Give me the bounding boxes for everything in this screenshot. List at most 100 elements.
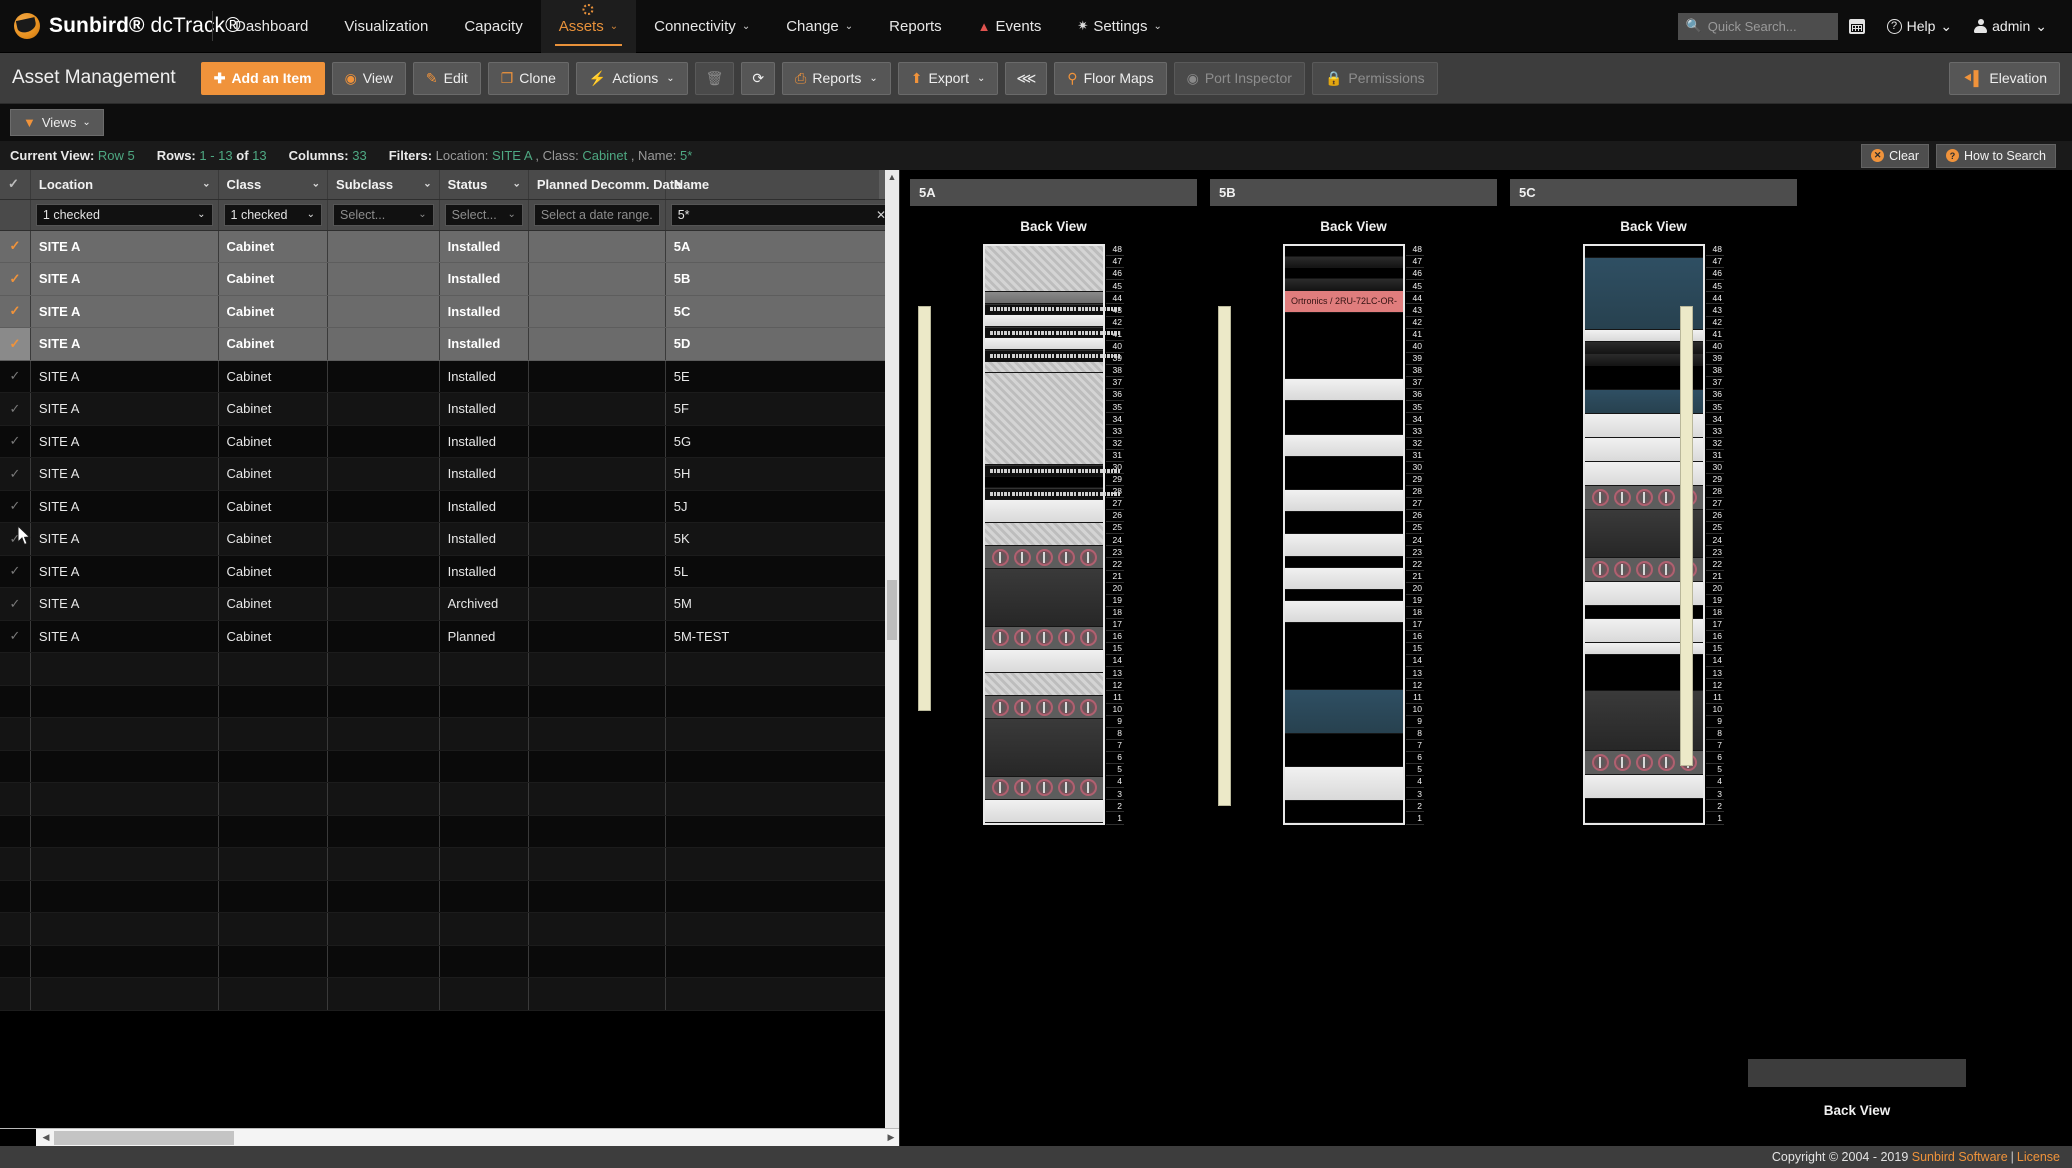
cabinet-header-5b[interactable]: 5B	[1210, 179, 1497, 206]
rack-item-chassis[interactable]	[985, 719, 1103, 777]
rack-item-switch[interactable]	[1285, 279, 1403, 291]
row-checkbox[interactable]: ✓	[0, 262, 31, 296]
rack-item-server[interactable]	[1285, 534, 1403, 557]
scroll-left-arrow-icon[interactable]: ◀	[38, 1132, 54, 1143]
row-checkbox[interactable]: ✓	[0, 425, 31, 458]
footer-company-link[interactable]: Sunbird Software	[1912, 1150, 2008, 1164]
rack-item-blanking-panel[interactable]	[985, 246, 1103, 293]
quick-search-input[interactable]	[1707, 18, 1833, 34]
rack-5b[interactable]: Ortronics / 2RU-72LC-OR- 48 47 46 45 44 43 42 4…	[1283, 244, 1424, 825]
elevation-button[interactable]: ⯇▌ Elevation	[1949, 61, 2060, 95]
rack-item-patch-panel[interactable]	[985, 488, 1120, 501]
row-checkbox[interactable]: ✓	[0, 620, 31, 653]
delete-button[interactable]: 🗑	[694, 61, 735, 95]
rack-item-server[interactable]	[1285, 379, 1403, 402]
table-row[interactable]: ✓ SITE A Cabinet Installed 5E	[0, 360, 899, 393]
user-menu[interactable]: admin ⌄	[1963, 18, 2058, 35]
quick-search-box[interactable]: 🔍	[1677, 12, 1838, 40]
row-checkbox[interactable]: ✓	[0, 587, 31, 621]
nav-item-change[interactable]: Change ⌄	[768, 0, 871, 53]
clone-button[interactable]: ❐ Clone	[487, 61, 569, 95]
row-checkbox[interactable]: ✓	[0, 295, 31, 328]
footer-license-link[interactable]: License	[2017, 1150, 2060, 1164]
rack-item-power-shelf[interactable]	[985, 799, 1103, 823]
nav-item-assets[interactable]: Assets ⌄	[540, 0, 637, 53]
row-checkbox[interactable]: ✓	[0, 555, 31, 588]
brand-logo-area[interactable]: Sunbird® dcTrack®	[0, 13, 241, 39]
table-row[interactable]: ✓ SITE A Cabinet Installed 5F	[0, 392, 899, 426]
rack-item-fan-array[interactable]	[985, 776, 1103, 800]
rack-item-power-shelf[interactable]	[985, 649, 1103, 674]
row-checkbox[interactable]: ✓	[0, 327, 31, 361]
rack-item-patch-panel[interactable]	[985, 315, 1103, 327]
column-header-name[interactable]: Name	[665, 170, 899, 200]
select-all-checkbox-header[interactable]: ✓	[0, 170, 31, 200]
rack-item-blanking-panel[interactable]	[985, 523, 1103, 547]
table-row[interactable]: ✓ SITE A Cabinet Installed 5D	[0, 327, 899, 361]
row-checkbox[interactable]: ✓	[0, 490, 31, 523]
rack-5c[interactable]: 48 47 46 45 44 43 42 41 40 39 38 37 36 35 34 33 32 31 30 29…	[1583, 244, 1724, 825]
rack-item-server[interactable]	[1285, 434, 1403, 457]
filter-subclass-select[interactable]: Select... ⌄	[333, 203, 434, 226]
column-header-status[interactable]: Status ⌄	[439, 170, 529, 200]
nav-item-settings[interactable]: ✷ Settings ⌄	[1059, 0, 1180, 53]
column-header-subclass[interactable]: Subclass ⌄	[327, 170, 440, 200]
nav-item-events[interactable]: ▲ Events	[960, 0, 1060, 53]
table-row[interactable]: ✓ SITE A Cabinet Installed 5C	[0, 295, 899, 328]
rack-5a[interactable]: 4847464544434241403938373635343332313029…	[983, 244, 1124, 825]
table-row[interactable]: ✓ SITE A Cabinet Installed 5J	[0, 490, 899, 523]
edit-button[interactable]: ✎ Edit	[412, 61, 481, 95]
rack-item-server[interactable]	[985, 500, 1103, 524]
refresh-button[interactable]: ⟳	[741, 61, 776, 95]
rack-item-patch-panel[interactable]	[985, 338, 1103, 350]
table-row[interactable]: ✓ SITE A Cabinet Planned 5M-TEST	[0, 620, 899, 653]
nav-item-reports[interactable]: Reports	[871, 0, 960, 53]
rack-item-switch[interactable]	[985, 292, 1103, 304]
table-row[interactable]: ✓ SITE A Cabinet Installed 5B	[0, 262, 899, 296]
column-header-location[interactable]: Location ⌄	[30, 170, 219, 200]
rack-item-blanking-panel[interactable]	[985, 373, 1103, 466]
horizontal-scroll-thumb[interactable]	[54, 1130, 234, 1145]
rack-item-fan-array[interactable]	[985, 546, 1103, 570]
nav-item-capacity[interactable]: Capacity	[446, 0, 540, 53]
nav-item-visualization[interactable]: Visualization	[326, 0, 446, 53]
views-dropdown-button[interactable]: ▼ Views ⌄	[10, 109, 104, 136]
column-header-planned-decomm-date[interactable]: Planned Decomm. Date	[528, 170, 681, 200]
rack-item-patch-panel[interactable]	[985, 465, 1120, 477]
export-button[interactable]: ⬆ Export ⌄	[897, 61, 999, 95]
rack-item-blanking-panel[interactable]	[985, 361, 1103, 374]
table-row[interactable]: ✓ SITE A Cabinet Installed 5L	[0, 555, 899, 588]
table-row[interactable]: ✓ SITE A Cabinet Archived 5M	[0, 587, 899, 621]
table-row[interactable]: ✓ SITE A Cabinet Installed 5H	[0, 457, 899, 491]
rack-partial-box[interactable]	[1748, 1059, 1966, 1087]
table-row[interactable]: ✓ SITE A Cabinet Installed 5G	[0, 425, 899, 458]
row-checkbox[interactable]: ✓	[0, 230, 31, 263]
rack-item-network-appliance[interactable]	[1285, 567, 1403, 590]
filter-date-range-input[interactable]	[540, 207, 653, 222]
rack-item-server[interactable]	[1285, 490, 1403, 513]
rack-item-chassis[interactable]	[985, 569, 1103, 627]
cabinet-header-5c[interactable]: 5C	[1510, 179, 1797, 206]
column-header-class[interactable]: Class ⌄	[218, 170, 329, 200]
add-an-item-button[interactable]: ✚ Add an Item	[200, 61, 325, 95]
rack-item-blade-chassis[interactable]	[1285, 689, 1403, 735]
grid-vertical-scrollbar[interactable]: ▲	[885, 170, 899, 1128]
permissions-button[interactable]: 🔒 Permissions	[1311, 61, 1438, 95]
rack-item-switch[interactable]	[1285, 257, 1403, 269]
clear-filters-button[interactable]: ✕ Clear	[1861, 143, 1930, 168]
vertical-scroll-thumb[interactable]	[887, 580, 897, 640]
rack-item-blanking-panel[interactable]	[985, 673, 1103, 697]
table-row[interactable]: ✓ SITE A Cabinet Installed 5K	[0, 522, 899, 556]
how-to-search-button[interactable]: ? How to Search	[1936, 143, 2056, 168]
share-button[interactable]: ⋘	[1005, 61, 1048, 95]
rack-item-alert[interactable]: Ortronics / 2RU-72LC-OR-	[1285, 290, 1403, 313]
filter-date-range[interactable]	[533, 203, 660, 226]
port-inspector-button[interactable]: ◉ Port Inspector	[1173, 61, 1305, 95]
rack-item-power-shelf[interactable]	[1585, 774, 1703, 799]
nav-item-connectivity[interactable]: Connectivity ⌄	[636, 0, 768, 53]
filter-status-select[interactable]: Select... ⌄	[444, 203, 523, 226]
view-button[interactable]: ◉ View	[331, 61, 406, 95]
rack-item-fan-array[interactable]	[985, 696, 1103, 720]
row-checkbox[interactable]: ✓	[0, 522, 31, 556]
reports-button[interactable]: ⎙ Reports ⌄	[782, 61, 891, 95]
